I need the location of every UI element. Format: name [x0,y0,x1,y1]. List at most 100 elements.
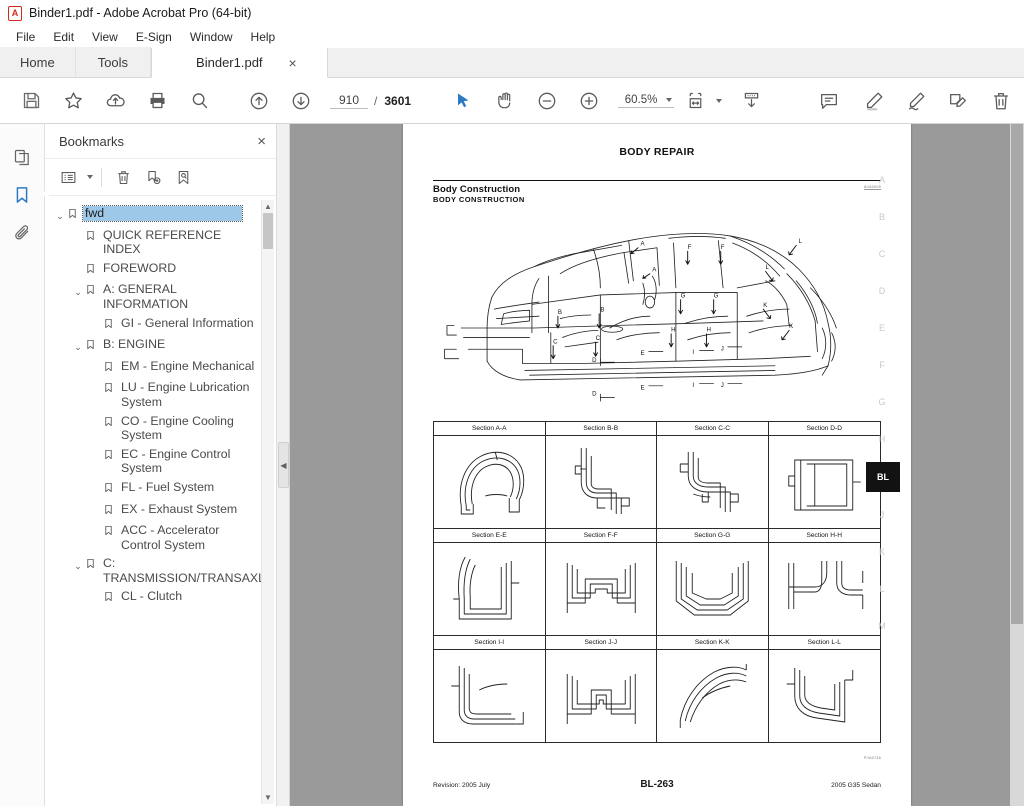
bookmark-item[interactable]: LU - Engine Lubrication System [45,378,276,411]
document-viewport[interactable]: BODY REPAIR Body Construction BODY CONST… [290,124,1024,806]
sign-icon[interactable] [937,82,979,120]
menu-file[interactable]: File [7,28,44,46]
svg-text:G: G [714,292,719,299]
chevron-down-icon[interactable] [666,97,673,102]
page-thumbnails-icon[interactable] [5,138,39,176]
section-cell: Section A-A [434,421,546,528]
delete-bookmark-icon[interactable] [108,164,138,190]
bookmark-item[interactable]: CO - Engine Cooling System [45,412,276,445]
bookmark-options-icon[interactable] [53,164,83,190]
panel-collapse-strip: ◀ [277,124,290,806]
menu-help[interactable]: Help [242,28,285,46]
save-icon[interactable] [10,82,52,120]
fit-page-icon[interactable] [678,82,712,120]
section-grid: Section A-A Section B-B Section C-C Sect… [433,420,881,743]
bookmark-icon [103,380,121,398]
chevron-down-icon[interactable]: ⌄ [71,337,85,355]
hand-icon[interactable] [484,82,526,120]
upload-cloud-icon[interactable] [94,82,136,120]
bookmark-item[interactable]: QUICK REFERENCE INDEX [45,226,276,259]
section-cell: Section D-D [768,421,880,528]
print-icon[interactable] [136,82,178,120]
bookmark-item[interactable]: FOREWORD [45,259,276,281]
bookmarks-tree[interactable]: ⌄ fwd QUICK REFERENCE INDEX FOREWORD ⌄ A: GEN… [45,196,276,806]
bookmarks-panel-title: Bookmarks [59,133,125,149]
tab-home[interactable]: Home [0,47,76,77]
bookmark-item[interactable]: EC - Engine Control System [45,445,276,478]
find-bookmark-icon[interactable] [168,164,198,190]
bookmark-label: CL - Clutch [121,589,183,604]
chevron-down-icon[interactable]: ⌄ [71,282,85,300]
bookmark-item[interactable]: EM - Engine Mechanical [45,357,276,379]
section-row-1: Section A-A Section B-B Section C-C Sect… [434,421,880,528]
menu-edit[interactable]: Edit [44,28,83,46]
section-cell-header: Section C-C [657,421,768,436]
page-scroll-icon[interactable] [730,82,772,120]
chevron-down-icon[interactable]: ⌄ [71,556,85,574]
next-page-icon[interactable] [280,82,322,120]
bookmark-item[interactable]: ⌄ fwd [45,204,276,226]
bookmark-item[interactable]: ACC - Accelerator Control System [45,521,276,554]
previous-page-icon[interactable] [238,82,280,120]
close-icon[interactable]: × [257,134,266,149]
bookmark-item[interactable]: ⌄ B: ENGINE [45,335,276,357]
bookmarks-panel: Bookmarks × ⌄ fwd QUICK REFERENCE INDEX … [45,124,277,806]
chevron-down-icon[interactable]: ⌄ [53,206,67,224]
comment-icon[interactable] [805,82,853,120]
bookmark-item[interactable]: FL - Fuel System [45,478,276,500]
attachments-icon[interactable] [5,214,39,252]
search-icon[interactable] [178,82,220,120]
bookmark-icon [103,316,121,334]
bookmark-item[interactable]: ⌄ C: TRANSMISSION/TRANSAXLE [45,554,276,587]
menu-view[interactable]: View [83,28,127,46]
fit-page-chevron-icon[interactable] [716,98,723,103]
scroll-down-icon[interactable]: ▼ [262,791,274,804]
bookmarks-scrollbar[interactable]: ▲ ▼ [261,200,274,804]
section-cell-header: Section G-G [657,528,768,543]
bookmark-item[interactable]: ⌄ A: GENERAL INFORMATION [45,280,276,313]
section-heading: Body Construction BODY CONSTRUCTION AIIA… [433,180,881,204]
section-cell-header: Section J-J [545,635,656,650]
highlight-pen-icon[interactable] [853,82,895,120]
menu-window[interactable]: Window [181,28,242,46]
section-cell: Section F-F [545,528,657,635]
chevron-down-icon[interactable] [87,175,93,179]
zoom-out-icon[interactable] [526,82,568,120]
star-icon[interactable] [52,82,94,120]
scrollbar-thumb[interactable] [263,213,273,249]
bookmark-label: ACC - Accelerator Control System [121,523,220,552]
bookmark-item[interactable]: CL - Clutch [45,587,276,609]
revision-date: Revision: 2005 July [433,782,491,789]
bookmark-label: FL - Fuel System [121,479,215,494]
bookmarks-icon[interactable] [5,176,49,214]
tab-document[interactable]: Binder1.pdf × [151,48,328,78]
document-scrollbar[interactable] [1010,124,1024,806]
page-separator: / [374,93,378,108]
new-bookmark-icon[interactable] [138,164,168,190]
svg-text:I: I [692,382,694,389]
trash-icon[interactable] [979,82,1023,120]
collapse-panel-handle[interactable]: ◀ [278,442,289,488]
zoom-level-dropdown[interactable]: 60.5% [618,94,675,108]
tab-tools[interactable]: Tools [75,47,152,77]
close-icon[interactable]: × [289,56,297,70]
svg-text:J: J [721,382,724,389]
section-cell: Section G-G [657,528,769,635]
zoom-in-icon[interactable] [568,82,610,120]
svg-text:H: H [707,327,711,334]
select-cursor-icon[interactable] [442,82,484,120]
section-tab-g: G [878,397,886,407]
bookmark-item[interactable]: EX - Exhaust System [45,500,276,522]
freehand-draw-icon[interactable] [895,82,937,120]
section-tab-m: M [878,621,886,631]
page-number-input[interactable] [330,92,368,109]
section-tab-c: C [878,249,886,259]
scrollbar-thumb[interactable] [1011,124,1023,624]
svg-text:L: L [766,264,770,271]
section-cell-diagram [657,435,768,528]
menu-esign[interactable]: E-Sign [127,28,181,46]
bookmark-item[interactable]: GI - General Information [45,314,276,336]
scroll-up-icon[interactable]: ▲ [262,200,274,213]
navigation-rail [0,124,49,806]
